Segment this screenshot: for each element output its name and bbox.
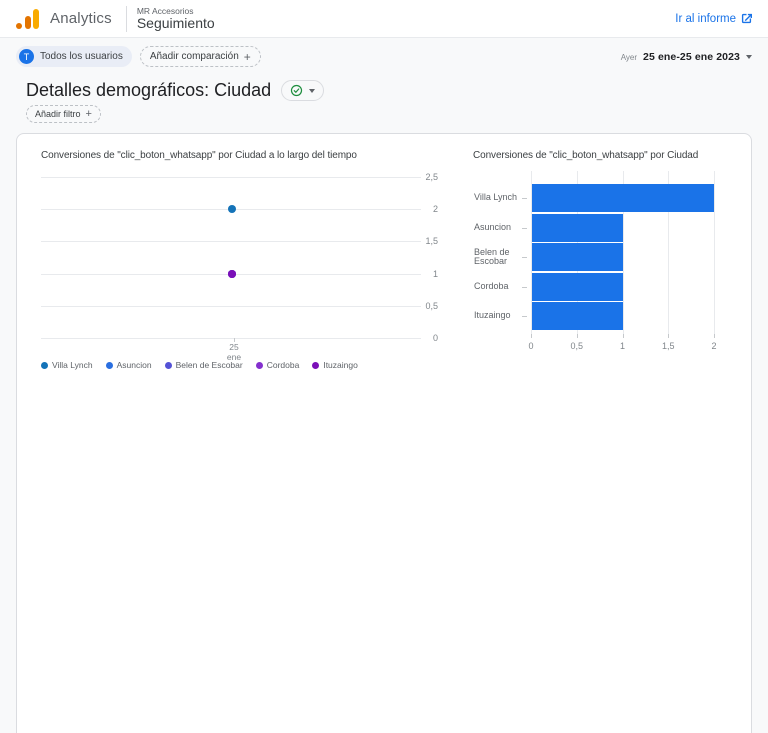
gridline (41, 306, 421, 307)
legend-label: Ituzaingo (323, 360, 358, 370)
date-preset-label: Ayer (621, 53, 637, 62)
x-tick-label: 1,5 (656, 341, 680, 351)
category-label: Belen de Escobar (474, 247, 526, 267)
property-switcher[interactable]: MR Accesorios Seguimiento (137, 6, 215, 31)
x-tick-mark (668, 334, 669, 338)
app-header: Analytics MR Accesorios Seguimiento Ir a… (0, 0, 768, 38)
check-circle-icon (290, 84, 303, 97)
app-name: Analytics (50, 10, 112, 27)
legend-label: Cordoba (267, 360, 300, 370)
gridline (714, 171, 715, 334)
gridline (41, 177, 421, 178)
report-link-label: Ir al informe (675, 13, 736, 25)
bar-chart-title: Conversiones de "clic_boton_whatsapp" po… (473, 150, 743, 161)
header-divider (126, 6, 127, 32)
y-tick-label: 0,5 (423, 301, 438, 311)
legend-item-asuncion[interactable]: Asuncion (106, 360, 152, 370)
analytics-logo-icon (16, 9, 39, 29)
add-comparison-button[interactable]: Añadir comparación + (140, 46, 261, 67)
legend-dot (312, 362, 319, 369)
x-tick-mark (623, 334, 624, 338)
plus-icon: + (244, 52, 251, 62)
report-card: Conversiones de "clic_boton_whatsapp" po… (16, 133, 752, 733)
legend-item-cordoba[interactable]: Cordoba (256, 360, 300, 370)
bar-belen-de-escobar[interactable] (532, 243, 623, 271)
filter-row: Añadir filtro + (26, 104, 101, 123)
date-range-selector[interactable]: Ayer 25 ene-25 ene 2023 (621, 51, 752, 63)
category-label: Villa Lynch (474, 188, 526, 208)
add-filter-button[interactable]: Añadir filtro + (26, 105, 101, 123)
segment-chip-all-users[interactable]: T Todos los usuarios (16, 46, 132, 67)
y-tick-label: 0 (423, 333, 438, 343)
legend-item-villa-lynch[interactable]: Villa Lynch (41, 360, 93, 370)
gridline (41, 338, 421, 339)
chevron-down-icon (309, 89, 315, 93)
legend-dot (106, 362, 113, 369)
property-name: Seguimiento (137, 16, 215, 31)
page-title: Detalles demográficos: Ciudad (26, 80, 271, 101)
open-in-new-icon (741, 13, 752, 24)
x-tick-label: 0 (519, 341, 543, 351)
go-to-report-link[interactable]: Ir al informe (675, 13, 752, 25)
gridline (41, 241, 421, 242)
category-label: Asuncion (474, 218, 526, 238)
analytics-app: Analytics MR Accesorios Seguimiento Ir a… (0, 0, 768, 733)
add-comparison-label: Añadir comparación (150, 51, 239, 62)
legend-item-ituzaingo[interactable]: Ituzaingo (312, 360, 358, 370)
chevron-down-icon (746, 55, 752, 59)
y-tick-label: 2 (423, 204, 438, 214)
category-label: Cordoba (474, 277, 526, 297)
date-range-value: 25 ene-25 ene 2023 (643, 51, 740, 63)
timeseries-chart: 00,511,522,525ene (41, 170, 438, 370)
timeseries-chart-title: Conversiones de "clic_boton_whatsapp" po… (41, 150, 451, 161)
legend-dot (165, 362, 172, 369)
x-tick-mark (531, 334, 532, 338)
x-tick-label: 1 (611, 341, 635, 351)
add-filter-label: Añadir filtro (35, 109, 81, 119)
y-tick-label: 1 (423, 269, 438, 279)
title-row: Detalles demográficos: Ciudad (26, 80, 324, 101)
y-tick-label: 2,5 (423, 172, 438, 182)
legend-label: Villa Lynch (52, 360, 93, 370)
x-tick-label: 0,5 (565, 341, 589, 351)
segment-chip-label: Todos los usuarios (40, 51, 123, 62)
comparison-toolbar: T Todos los usuarios Añadir comparación … (0, 38, 768, 75)
legend-label: Belen de Escobar (176, 360, 243, 370)
bar-asuncion[interactable] (532, 214, 623, 242)
legend-dot (41, 362, 48, 369)
validation-dropdown-button[interactable] (281, 80, 324, 101)
bar-ituzaingo[interactable] (532, 302, 623, 330)
legend-item-belen-de-escobar[interactable]: Belen de Escobar (165, 360, 243, 370)
legend-dot (256, 362, 263, 369)
bar-villa-lynch[interactable] (532, 184, 714, 212)
bar-chart: 0 0,5 1 1,5 2 Villa Lynch Asuncion Belen de Esc… (473, 164, 753, 359)
data-point-ituzaingo[interactable] (228, 270, 236, 278)
x-tick-label: 2 (702, 341, 726, 351)
category-label: Ituzaingo (474, 306, 526, 326)
plus-icon: + (86, 109, 92, 119)
data-point-villa-lynch[interactable] (228, 205, 236, 213)
x-tick-mark (714, 334, 715, 338)
segment-avatar: T (19, 49, 34, 64)
bar-cordoba[interactable] (532, 273, 623, 301)
y-tick-label: 1,5 (423, 236, 438, 246)
x-tick-mark (577, 334, 578, 338)
legend-label: Asuncion (117, 360, 152, 370)
timeseries-legend: Villa Lynch Asuncion Belen de Escobar Cordo… (41, 360, 358, 370)
